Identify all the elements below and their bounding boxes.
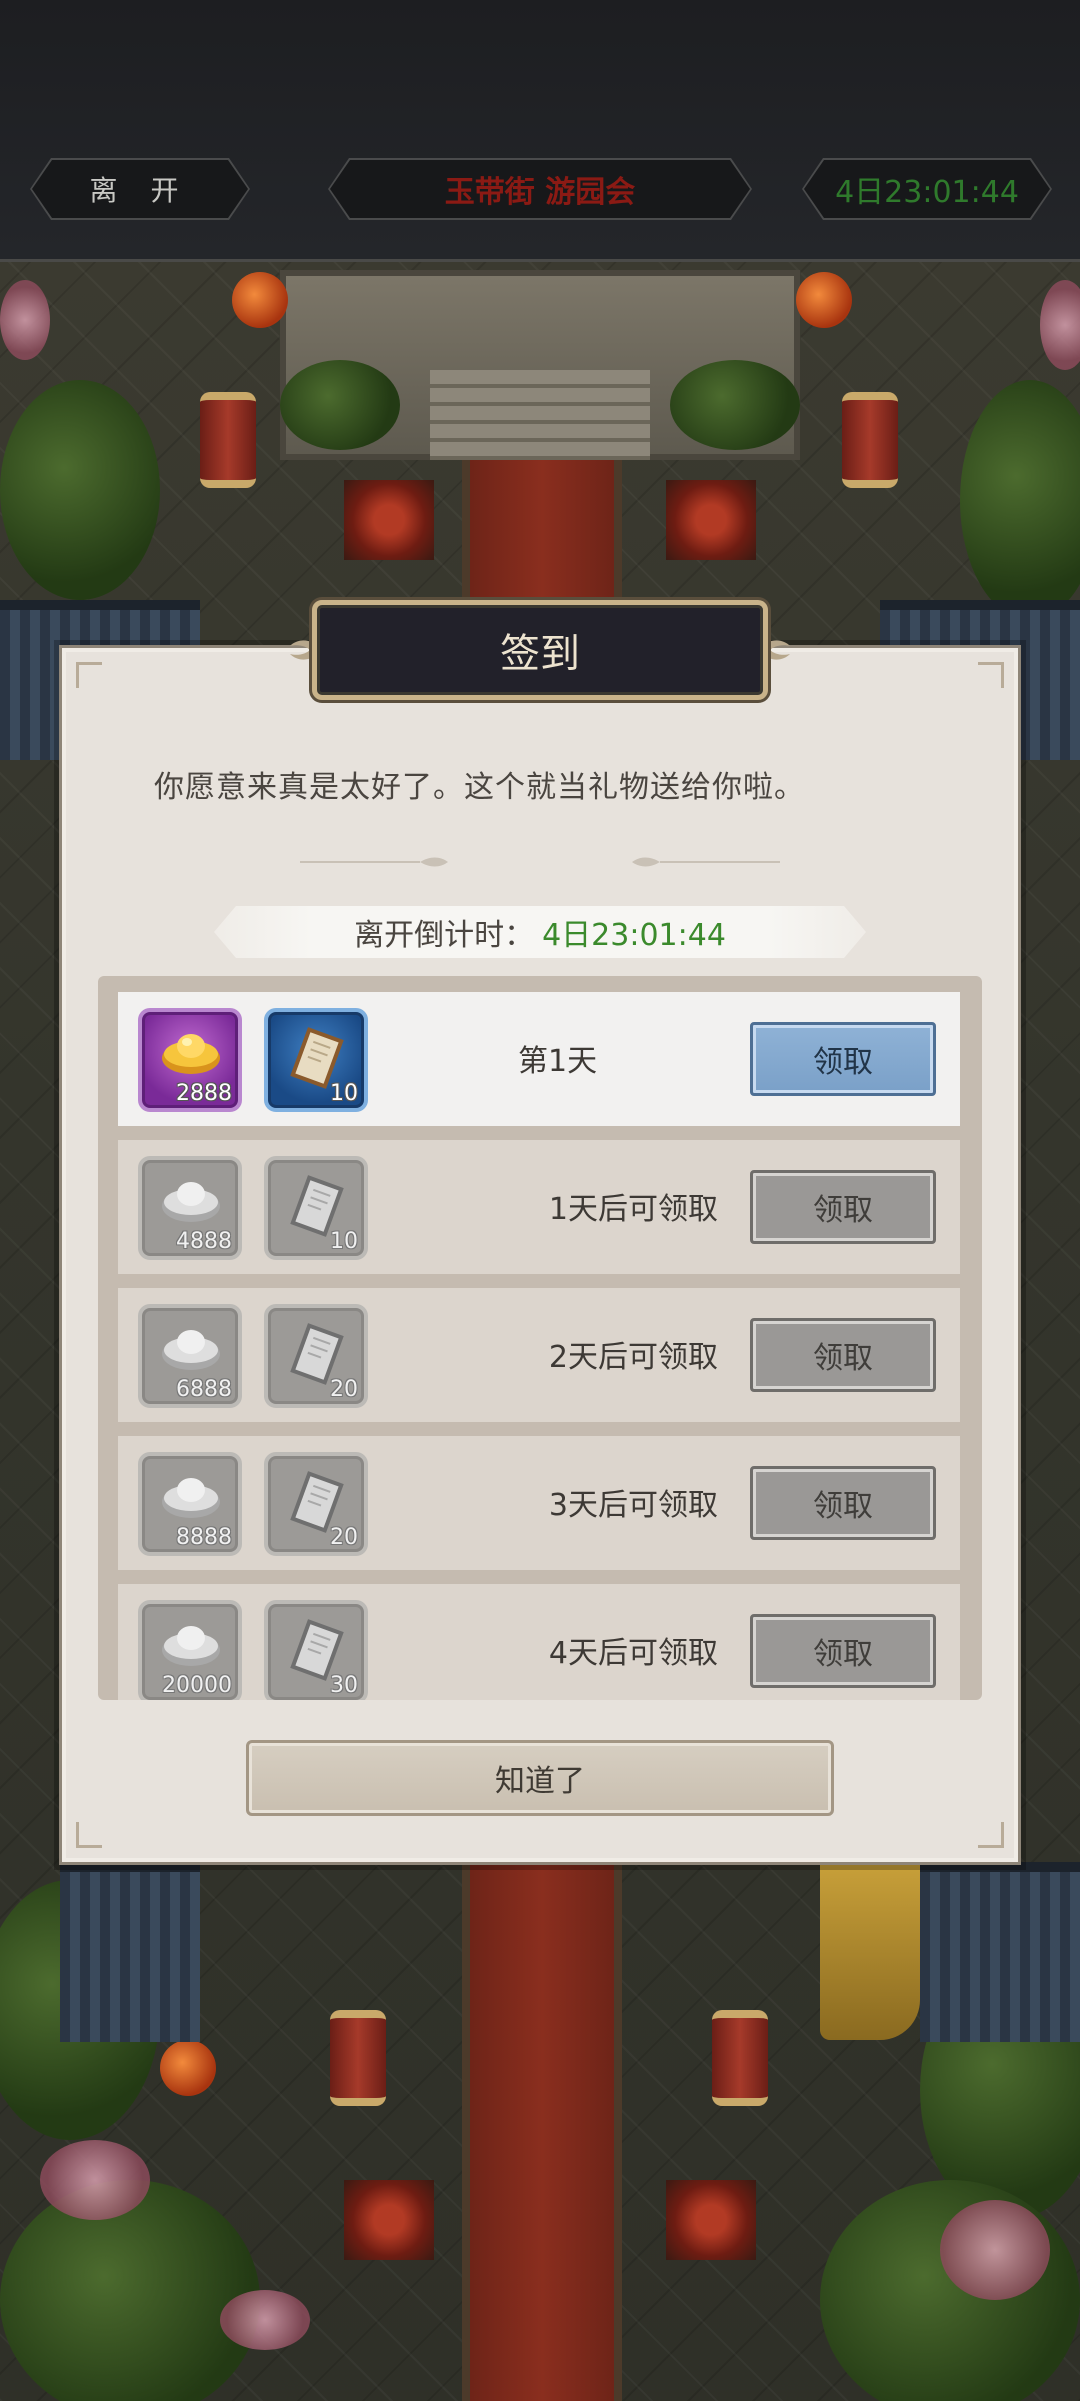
reward-quantity: 30	[330, 1673, 358, 1698]
reward-item-gold[interactable]: 2888	[138, 1008, 242, 1112]
leave-button-label: 离 开	[89, 174, 191, 207]
claim-button-label: 领取	[813, 1637, 873, 1672]
flower-bush	[940, 2200, 1050, 2300]
flower-bush	[0, 280, 50, 360]
decorative-mat	[344, 480, 434, 560]
confirm-button[interactable]: 知道了	[246, 1740, 834, 1816]
reward-row-day-2: 4888 10 1天后可领取 领取	[118, 1140, 960, 1274]
claim-button[interactable]: 领取	[750, 1022, 936, 1096]
bush	[0, 380, 160, 600]
reward-status: 3天后可领取	[548, 1488, 718, 1523]
divider-ornament-right	[632, 857, 780, 867]
corner-ornament	[76, 662, 102, 688]
decorative-mat	[666, 480, 756, 560]
claim-button-label: 领取	[813, 1341, 873, 1376]
reward-status: 4天后可领取	[548, 1636, 718, 1671]
reward-item-letter[interactable]: 10	[264, 1156, 368, 1260]
claim-button[interactable]: 领取	[750, 1466, 936, 1540]
decorative-mat	[666, 2180, 756, 2260]
lantern	[160, 2040, 216, 2096]
reward-quantity: 2888	[176, 1081, 232, 1106]
reward-item-silver[interactable]: 20000	[138, 1600, 242, 1700]
reward-item-letter[interactable]: 30	[264, 1600, 368, 1700]
lantern	[796, 272, 852, 328]
reward-quantity: 20000	[162, 1673, 232, 1698]
reward-quantity: 8888	[176, 1525, 232, 1550]
reward-list[interactable]: 2888 10 第1天 领取 4888 10 1天后可领取 领取 6888 20…	[98, 976, 982, 1700]
greeting-text: 你愿意来真是太好了。这个就当礼物送给你啦。	[154, 770, 805, 805]
reward-item-silver[interactable]: 8888	[138, 1452, 242, 1556]
confirm-button-label: 知道了	[495, 1764, 585, 1799]
silver-ingot-icon	[162, 1182, 220, 1222]
red-drum	[200, 392, 256, 488]
reward-quantity: 20	[330, 1525, 358, 1550]
countdown-label: 离开倒计时：	[354, 918, 535, 953]
claim-button[interactable]: 领取	[750, 1170, 936, 1244]
reward-item-silver[interactable]: 4888	[138, 1156, 242, 1260]
decorative-mat	[344, 2180, 434, 2260]
dialog-title: 签到	[312, 600, 768, 700]
reward-row-day-1: 2888 10 第1天 领取	[118, 992, 960, 1126]
reward-row-day-4: 8888 20 3天后可领取 领取	[118, 1436, 960, 1570]
claim-button-label: 领取	[813, 1045, 873, 1080]
reward-quantity: 10	[330, 1229, 358, 1254]
claim-button-label: 领取	[813, 1193, 873, 1228]
claim-button-label: 领取	[813, 1489, 873, 1524]
divider-ornament-left	[300, 857, 448, 867]
bush	[670, 360, 800, 450]
gate-steps	[430, 370, 650, 460]
reward-row-day-3: 6888 20 2天后可领取 领取	[118, 1288, 960, 1422]
top-bar	[0, 0, 1080, 262]
red-drum	[842, 392, 898, 488]
leave-button[interactable]: 离 开	[32, 160, 248, 218]
lantern	[232, 272, 288, 328]
corner-ornament	[978, 662, 1004, 688]
bush	[280, 360, 400, 450]
roof-tiles	[920, 1862, 1080, 2042]
corner-ornament	[978, 1822, 1004, 1848]
reward-item-letter[interactable]: 20	[264, 1452, 368, 1556]
gold-ingot-icon	[162, 1034, 220, 1074]
flower-bush	[40, 2140, 150, 2220]
event-title: 玉带街 游园会	[444, 175, 636, 210]
event-timer-badge: 4日23:01:44	[804, 160, 1050, 218]
event-timer: 4日23:01:44	[835, 175, 1019, 210]
silver-ingot-icon	[162, 1478, 220, 1518]
red-drum	[330, 2010, 386, 2106]
reward-status: 1天后可领取	[548, 1192, 718, 1227]
event-title-badge: 玉带街 游园会	[330, 160, 750, 218]
reward-status: 第1天	[518, 1044, 598, 1079]
red-drum	[712, 2010, 768, 2106]
claim-button[interactable]: 领取	[750, 1318, 936, 1392]
reward-quantity: 20	[330, 1377, 358, 1402]
reward-item-letter[interactable]: 10	[264, 1008, 368, 1112]
countdown-banner: 离开倒计时： 4日23:01:44	[214, 906, 866, 958]
claim-button[interactable]: 领取	[750, 1614, 936, 1688]
reward-quantity: 4888	[176, 1229, 232, 1254]
reward-quantity: 6888	[176, 1377, 232, 1402]
reward-item-silver[interactable]: 6888	[138, 1304, 242, 1408]
reward-quantity: 10	[330, 1081, 358, 1106]
silver-ingot-icon	[162, 1626, 220, 1666]
reward-row-day-5: 20000 30 4天后可领取 领取	[118, 1584, 960, 1700]
countdown-value: 4日23:01:44	[542, 918, 726, 953]
roof-tiles	[60, 1862, 200, 2042]
reward-status: 2天后可领取	[548, 1340, 718, 1375]
dialog-title-text: 签到	[500, 631, 580, 677]
silver-ingot-icon	[162, 1330, 220, 1370]
flower-bush	[220, 2290, 310, 2350]
golden-banner	[820, 1860, 920, 2040]
reward-item-letter[interactable]: 20	[264, 1304, 368, 1408]
corner-ornament	[76, 1822, 102, 1848]
